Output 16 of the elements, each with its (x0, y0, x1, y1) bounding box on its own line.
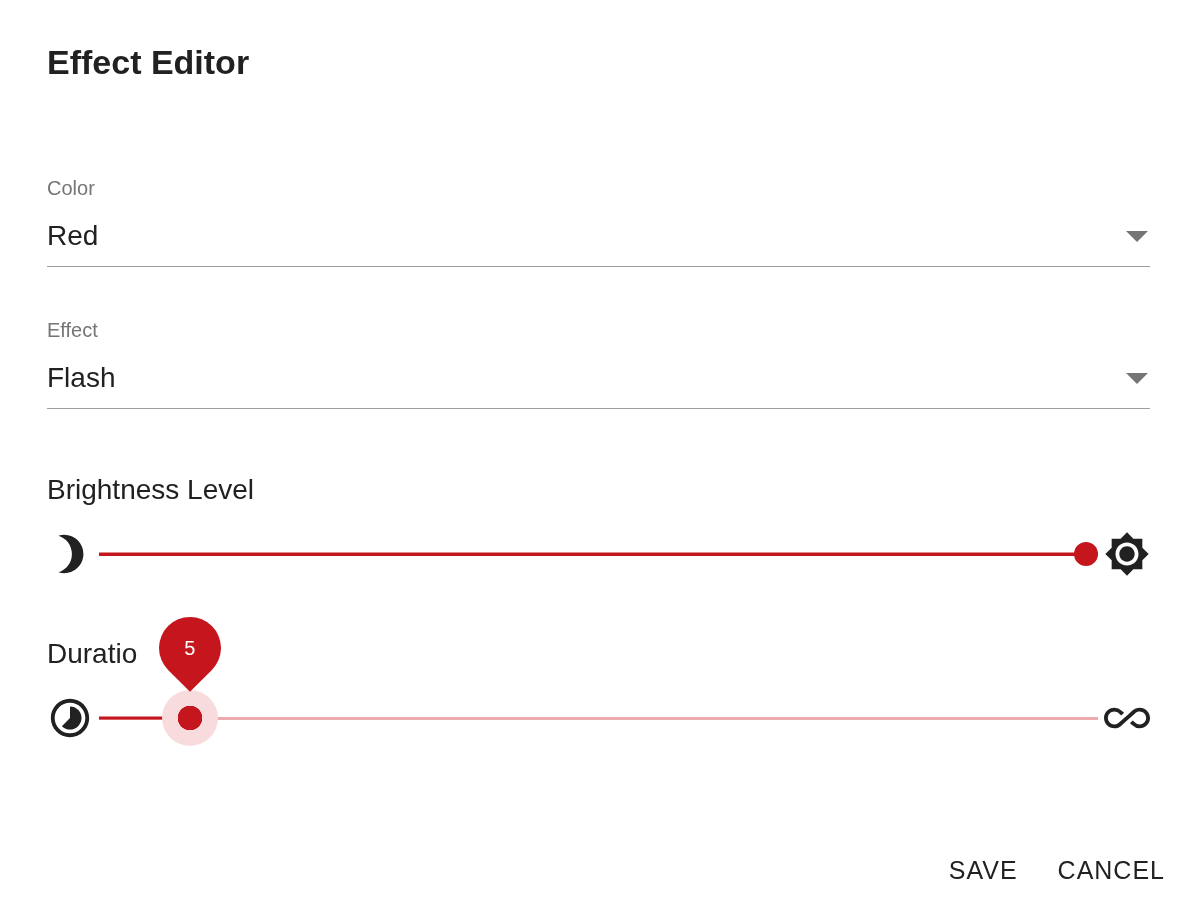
select-field[interactable]: Color Red (47, 176, 1150, 267)
value-label: 5 (184, 636, 196, 661)
field-value: Flash (47, 361, 116, 395)
sun-icon (1104, 531, 1150, 577)
dialog-button[interactable]: CANCEL (1047, 846, 1175, 896)
dropdown-caret-icon (1126, 230, 1148, 242)
field-value: Red (47, 219, 99, 253)
field-label: Effect (47, 318, 98, 342)
slider-label: Brightness Level (47, 473, 254, 507)
select-field[interactable]: Effect Flash (47, 318, 1150, 409)
field-label: Color (47, 176, 95, 200)
dialog-title: Effect Editor (47, 42, 250, 83)
dialog-button[interactable]: SAVE (938, 846, 1028, 896)
slider-thumb[interactable] (1074, 542, 1098, 566)
slider-label: Duratio (47, 637, 138, 671)
dropdown-caret-icon (1126, 372, 1148, 384)
